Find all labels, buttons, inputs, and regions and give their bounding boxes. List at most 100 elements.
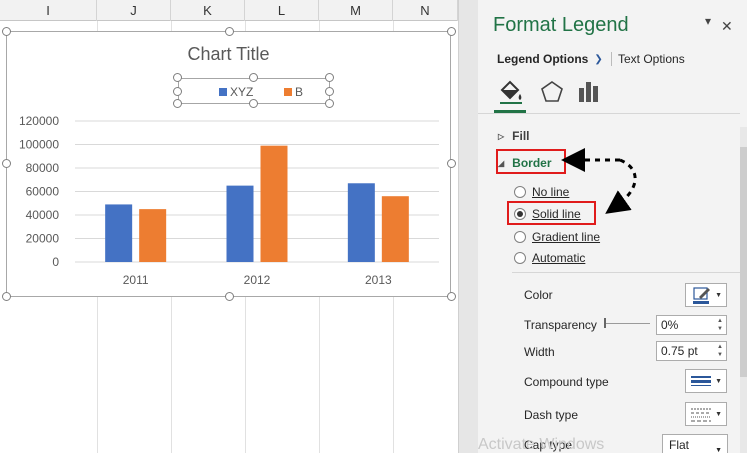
legend-label-b: B (295, 85, 304, 99)
highlight-box (496, 149, 566, 174)
divider (478, 113, 740, 114)
transparency-label: Transparency (524, 318, 597, 332)
spinner-arrows-icon[interactable]: ▲ ▼ (717, 317, 723, 333)
column-header-l[interactable]: L (245, 0, 319, 21)
chevron-down-icon[interactable]: ▾ (705, 14, 711, 28)
bar-xyz-2013[interactable] (347, 183, 375, 262)
y-tick-label: 0 (52, 255, 59, 269)
radio-gradient-line[interactable]: Gradient line (514, 230, 600, 244)
y-tick-label: 40000 (26, 208, 60, 222)
compound-type-button[interactable]: ▼ (685, 369, 727, 393)
bar-xyz-2011[interactable] (105, 204, 133, 262)
cap-type-select[interactable]: Flat ▼ (662, 434, 728, 453)
column-header-i[interactable]: I (0, 0, 97, 21)
tab-legend-options[interactable]: Legend Options ❯ (497, 52, 603, 66)
paint-bucket-icon[interactable] (496, 78, 524, 106)
section-fill[interactable]: ▷ Fill (498, 129, 530, 143)
legend-resize-handle[interactable] (325, 99, 334, 108)
pane-title: Format Legend (493, 14, 629, 36)
pen-icon (693, 287, 710, 304)
chart-resize-handle[interactable] (2, 292, 11, 301)
width-spinner[interactable]: 0.75 pt ▲ ▼ (656, 341, 727, 361)
width-value: 0.75 pt (661, 344, 698, 358)
pane-scrollbar[interactable] (740, 127, 747, 453)
highlight-box (507, 201, 596, 225)
scrollbar-thumb[interactable] (740, 147, 747, 377)
chart-resize-handle[interactable] (447, 27, 456, 36)
legend-resize-handle[interactable] (325, 87, 334, 96)
chevron-down-icon: ▼ (715, 447, 722, 453)
chart-resize-handle[interactable] (2, 27, 11, 36)
legend-swatch-b (284, 88, 292, 96)
legend-resize-handle[interactable] (173, 87, 182, 96)
legend-resize-handle[interactable] (173, 99, 182, 108)
legend-entry-xyz: XYZ (219, 85, 253, 99)
bar-b-2012[interactable] (260, 145, 288, 262)
column-headers: I J K L M N (0, 0, 458, 21)
y-tick-label: 60000 (26, 185, 60, 199)
radio-automatic[interactable]: Automatic (514, 251, 585, 265)
chart-resize-handle[interactable] (225, 27, 234, 36)
bar-xyz-2012[interactable] (226, 185, 254, 262)
dash-type-label: Dash type (524, 408, 579, 422)
chart-resize-handle[interactable] (447, 292, 456, 301)
y-tick-label: 100000 (19, 138, 59, 152)
x-tick-label: 2012 (244, 273, 271, 287)
pane-splitter[interactable] (458, 0, 478, 453)
legend-resize-handle[interactable] (173, 73, 182, 82)
spreadsheet-area[interactable]: I J K L M N 0 20000 40000 60000 80000 100000 1… (0, 0, 458, 453)
chart-title[interactable]: Chart Title (7, 44, 450, 65)
radio-label: No line (532, 185, 570, 199)
transparency-spinner[interactable]: 0% ▲ ▼ (656, 315, 727, 335)
transparency-slider-track[interactable] (604, 323, 650, 324)
bar-b-2013[interactable] (381, 196, 409, 262)
section-fill-label: Fill (512, 129, 530, 143)
pentagon-icon[interactable] (538, 78, 566, 106)
x-tick-label: 2011 (123, 273, 149, 287)
cap-type-value: Flat (669, 438, 690, 452)
legend-label-xyz: XYZ (230, 85, 254, 99)
chevron-down-icon: ❯ (594, 53, 603, 65)
format-legend-pane: Format Legend ▾ ✕ Legend Options ❯ Text … (478, 0, 747, 453)
bar-chart-icon[interactable] (576, 78, 604, 106)
chart-resize-handle[interactable] (2, 159, 11, 168)
column-header-m[interactable]: M (319, 0, 393, 21)
radio-no-line[interactable]: No line (514, 185, 569, 199)
legend-resize-handle[interactable] (325, 73, 334, 82)
y-tick-label: 20000 (26, 232, 60, 246)
compound-lines-icon (691, 376, 711, 386)
transparency-value: 0% (661, 318, 679, 332)
tab-text-options[interactable]: Text Options (618, 52, 685, 66)
chart-resize-handle[interactable] (225, 292, 234, 301)
tab-legend-options-label: Legend Options (497, 52, 589, 66)
legend-resize-handle[interactable] (249, 99, 258, 108)
column-header-n[interactable]: N (393, 0, 458, 21)
close-icon[interactable]: ✕ (721, 18, 733, 35)
width-label: Width (524, 345, 555, 359)
compound-type-label: Compound type (524, 375, 609, 389)
radio-button[interactable] (514, 186, 526, 198)
spinner-arrows-icon[interactable]: ▲ ▼ (717, 343, 723, 359)
dash-type-button[interactable]: ▼ (685, 402, 727, 426)
column-header-k[interactable]: K (171, 0, 245, 21)
chart-resize-handle[interactable] (447, 159, 456, 168)
column-header-j[interactable]: J (97, 0, 171, 21)
color-label: Color (524, 288, 553, 302)
y-tick-label: 120000 (19, 114, 59, 128)
bar-b-2011[interactable] (139, 209, 167, 262)
radio-button[interactable] (514, 252, 526, 264)
radio-button[interactable] (514, 231, 526, 243)
chevron-down-icon: ▼ (715, 378, 722, 385)
chevron-down-icon: ▼ (715, 292, 722, 299)
legend-swatch-xyz (219, 88, 227, 96)
chart-plot-area: 0 20000 40000 60000 80000 100000 120000 2011 201… (19, 114, 439, 287)
transparency-slider-thumb[interactable] (604, 318, 606, 328)
dash-lines-icon (691, 408, 711, 422)
chart-object[interactable]: 0 20000 40000 60000 80000 100000 120000 2011 201… (2, 27, 456, 301)
chevron-down-icon: ▼ (715, 411, 722, 418)
color-picker-button[interactable]: ▼ (685, 283, 727, 307)
legend-entry-b: B (284, 85, 303, 99)
radio-label: Automatic (532, 251, 586, 265)
watermark: Activate Windows (478, 436, 605, 453)
legend-resize-handle[interactable] (249, 73, 258, 82)
